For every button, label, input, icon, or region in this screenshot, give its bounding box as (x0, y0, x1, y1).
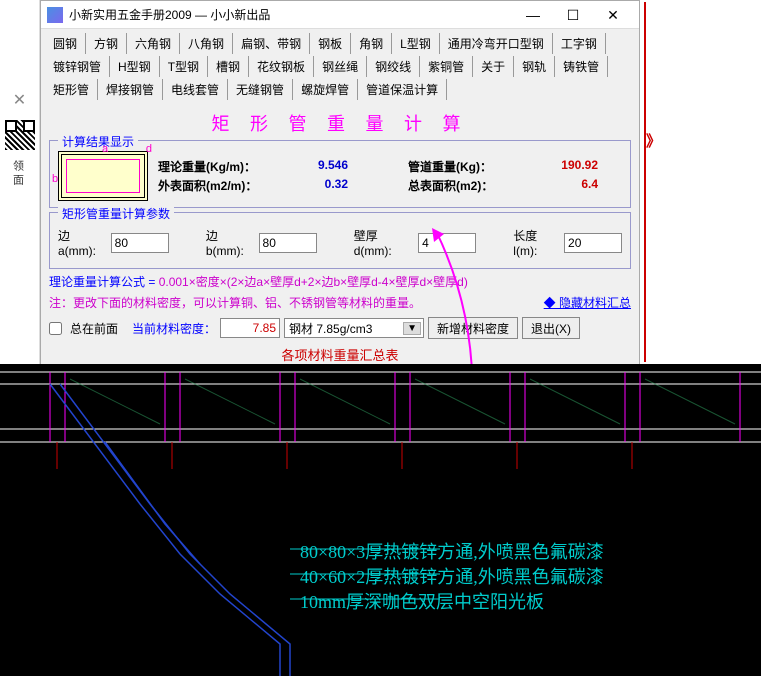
tab-8[interactable]: 通用冷弯开口型钢 (440, 33, 553, 54)
param-l-label: 长度l(m): (513, 227, 560, 258)
param-a-input[interactable] (111, 233, 169, 253)
param-l-input[interactable] (564, 233, 622, 253)
results-group-title: 计算结果显示 (58, 133, 138, 150)
tab-6[interactable]: 角钢 (351, 33, 392, 54)
app-icon (47, 7, 63, 23)
material-select[interactable]: 钢材 7.85g/cm3 (284, 318, 424, 338)
diagram-label-b: b (52, 173, 58, 185)
sidebar-text: 领 面 (14, 160, 26, 185)
note-text: 注：更改下面的材料密度，可以计算铜、铝、不锈钢管等材料的重量。 (49, 296, 421, 310)
param-b-label: 边b(mm): (206, 227, 255, 258)
result-value-area: 0.32 (268, 177, 348, 194)
tab-26[interactable]: 管道保温计算 (358, 79, 447, 100)
annotation-line-3: 10mm厚深咖色双层中空阳光板 (300, 590, 604, 615)
tab-11[interactable]: H型钢 (110, 56, 160, 77)
titlebar: 小新实用五金手册2009 — 小小新出品 — ☐ ✕ (41, 1, 639, 29)
formula-label: 理论重量计算公式 = (49, 275, 159, 289)
results-group: 计算结果显示 a b d 理论重量(Kg/m)： 9.546 管道重量(Kg)：… (49, 140, 631, 208)
tab-16[interactable]: 钢绞线 (367, 56, 420, 77)
formula-text: 0.001×密度×(2×边a×壁厚d+2×边b×壁厚d-4×壁厚d×壁厚d) (159, 275, 468, 289)
diagram-label-a: a (102, 143, 108, 155)
param-d-input[interactable] (418, 233, 476, 253)
tab-9[interactable]: 工字钢 (553, 33, 606, 54)
hide-summary-link[interactable]: ◆ 隐藏材料汇总 (544, 294, 631, 311)
cad-annotations: 80×80×3厚热镀锌方通,外喷黑色氟碳漆 40×60×2厚热镀锌方通,外喷黑色… (300, 540, 604, 616)
annotation-line-2: 40×60×2厚热镀锌方通,外喷黑色氟碳漆 (300, 565, 604, 590)
tab-15[interactable]: 钢丝绳 (314, 56, 367, 77)
tab-10[interactable]: 镀锌钢管 (45, 56, 110, 77)
tab-7[interactable]: L型钢 (392, 33, 440, 54)
result-value-weight: 9.546 (268, 158, 348, 175)
params-group-title: 矩形管重量计算参数 (58, 205, 174, 222)
add-density-button[interactable]: 新增材料密度 (428, 317, 518, 339)
tab-21[interactable]: 矩形管 (45, 79, 98, 100)
edge-chevron: 》 (646, 130, 661, 151)
tab-2[interactable]: 六角钢 (127, 33, 180, 54)
tab-4[interactable]: 扁钢、带钢 (233, 33, 310, 54)
window-title: 小新实用五金手册2009 — 小小新出品 (69, 6, 513, 23)
density-input[interactable] (220, 318, 280, 338)
result-label-pipeweight: 管道重量(Kg)： (408, 158, 518, 175)
tab-23[interactable]: 电线套管 (163, 79, 228, 100)
param-a-label: 边a(mm): (58, 227, 107, 258)
params-group: 矩形管重量计算参数 边a(mm): 边b(mm): 壁厚d(mm): 长度l(m… (49, 212, 631, 269)
tab-25[interactable]: 螺旋焊管 (293, 79, 358, 100)
tab-17[interactable]: 紫铜管 (420, 56, 473, 77)
tab-24[interactable]: 无缝钢管 (228, 79, 293, 100)
result-label-area: 外表面积(m2/m)： (158, 177, 268, 194)
edge-marker (644, 2, 646, 362)
tab-5[interactable]: 钢板 (310, 33, 351, 54)
maximize-button[interactable]: ☐ (553, 2, 593, 28)
tab-1[interactable]: 方钢 (86, 33, 127, 54)
tab-22[interactable]: 焊接钢管 (98, 79, 163, 100)
tab-19[interactable]: 钢轨 (514, 56, 555, 77)
minimize-button[interactable]: — (513, 2, 553, 28)
tab-bar: 圆钢方钢六角钢八角钢扁钢、带钢钢板角钢L型钢通用冷弯开口型钢工字钢镀锌钢管H型钢… (41, 29, 639, 102)
tab-0[interactable]: 圆钢 (45, 33, 86, 54)
result-value-totalarea: 6.4 (518, 177, 598, 194)
result-value-pipeweight: 190.92 (518, 158, 598, 175)
close-button[interactable]: ✕ (593, 2, 633, 28)
cad-drawing-area (0, 364, 761, 676)
diagram-label-d: d (146, 143, 152, 155)
tab-20[interactable]: 铸铁管 (555, 56, 608, 77)
tab-13[interactable]: 槽钢 (208, 56, 249, 77)
result-label-weight: 理论重量(Kg/m)： (158, 158, 268, 175)
sidebar-close[interactable]: ✕ (0, 90, 39, 110)
param-b-input[interactable] (259, 233, 317, 253)
tab-14[interactable]: 花纹钢板 (249, 56, 314, 77)
param-d-label: 壁厚d(mm): (354, 227, 414, 258)
density-label: 当前材料密度： (132, 320, 216, 337)
always-on-top-checkbox[interactable] (49, 322, 62, 335)
annotation-line-1: 80×80×3厚热镀锌方通,外喷黑色氟碳漆 (300, 540, 604, 565)
exit-button[interactable]: 退出(X) (522, 317, 580, 339)
shape-diagram: a b d (58, 151, 148, 201)
qr-code (5, 120, 35, 150)
result-label-totalarea: 总表面积(m2)： (408, 177, 518, 194)
tab-3[interactable]: 八角钢 (180, 33, 233, 54)
tab-18[interactable]: 关于 (473, 56, 514, 77)
always-on-top-label: 总在前面 (70, 320, 118, 337)
summary-title: 各项材料重量汇总表 (49, 345, 631, 364)
tab-12[interactable]: T型钢 (160, 56, 208, 77)
app-window: 小新实用五金手册2009 — 小小新出品 — ☐ ✕ 圆钢方钢六角钢八角钢扁钢、… (40, 0, 640, 395)
